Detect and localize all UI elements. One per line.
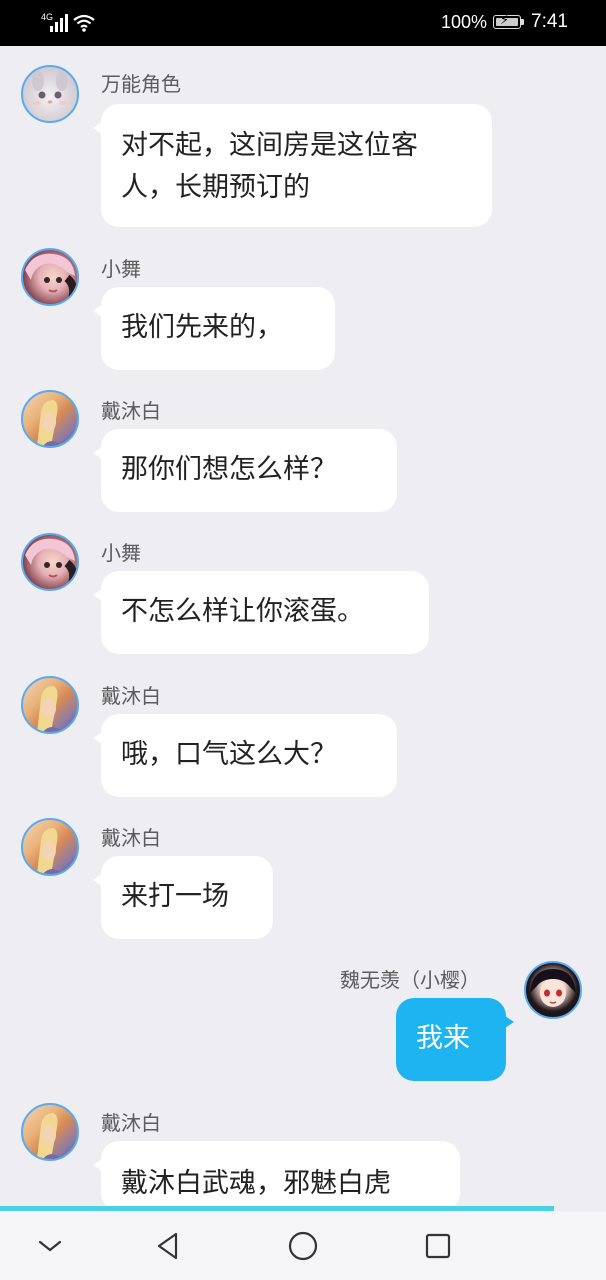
sender-name: 戴沐白	[101, 826, 161, 850]
battery-percent: 100%	[441, 12, 488, 32]
sender-name: 魏无羡（小樱）	[340, 968, 480, 992]
avatar[interactable]	[21, 533, 79, 591]
message-bubble[interactable]: 我来	[396, 998, 514, 1081]
girl-avatar-icon	[25, 253, 77, 304]
home-icon	[288, 1231, 318, 1260]
avatar[interactable]	[524, 961, 582, 1019]
boy-avatar-icon	[37, 400, 63, 446]
nav-home-button[interactable]	[273, 1211, 333, 1280]
avatar[interactable]	[21, 248, 79, 306]
avatar[interactable]	[21, 1103, 79, 1161]
message-text-line: 来打一场	[121, 881, 229, 912]
sender-name: 戴沐白	[101, 1111, 161, 1135]
message-bubble[interactable]: 来打一场	[93, 856, 273, 939]
message-text-line: 我们先来的，	[121, 312, 283, 343]
avatar[interactable]	[21, 390, 79, 448]
message-bubble[interactable]: 那你们想怎么样？	[93, 429, 397, 512]
sender-name: 戴沐白	[101, 399, 161, 423]
message-text-line: 戴沐白武魂，邪魅白虎	[121, 1168, 391, 1199]
wifi-icon	[73, 14, 95, 32]
message-text-line: 我来	[416, 1023, 470, 1054]
message-bubble[interactable]: 我们先来的，	[93, 287, 335, 370]
boy-avatar-icon	[37, 1113, 63, 1159]
message-text-line: 不怎么样让你滚蛋。	[121, 596, 364, 627]
back-icon	[157, 1232, 178, 1259]
sender-name: 小舞	[101, 257, 141, 281]
nav-recents-button[interactable]	[408, 1211, 468, 1280]
chevron-down-icon	[38, 1240, 62, 1251]
avatar[interactable]	[21, 818, 79, 876]
nav-back-button[interactable]	[138, 1211, 198, 1280]
boy-avatar-icon	[37, 686, 63, 732]
charging-icon: ⚡	[500, 13, 510, 28]
message-text-line: 那你们想怎么样？	[121, 454, 337, 485]
sender-name: 小舞	[101, 541, 141, 565]
message-bubble[interactable]: 戴沐白武魂，邪魅白虎	[93, 1141, 460, 1211]
sender-name: 戴沐白	[101, 684, 161, 708]
nav-bar	[0, 1211, 606, 1280]
signal-icon	[50, 14, 68, 32]
girl-avatar-icon	[25, 538, 77, 589]
boy-avatar-icon	[37, 828, 63, 874]
status-bar: 4G 100% ⚡ 7:41	[0, 0, 606, 46]
message-bubble[interactable]: 哦，口气这么大？	[93, 714, 397, 797]
message-bubble[interactable]: 不怎么样让你滚蛋。	[93, 571, 429, 654]
avatar[interactable]	[21, 65, 79, 123]
avatar[interactable]	[21, 676, 79, 734]
sender-name: 万能角色	[101, 72, 181, 96]
self-avatar-icon	[530, 969, 576, 1007]
recents-icon	[425, 1233, 451, 1258]
nav-collapse-button[interactable]	[20, 1211, 80, 1280]
clock: 7:41	[531, 11, 568, 32]
message-text-line: 哦，口气这么大？	[121, 739, 337, 770]
cat-avatar-icon	[32, 71, 68, 105]
message-text-line: 对不起，这间房是这位客	[121, 130, 418, 161]
message-bubble[interactable]: 对不起，这间房是这位客 人，长期预订的	[93, 104, 492, 227]
message-text-line: 人，长期预订的	[121, 172, 310, 203]
